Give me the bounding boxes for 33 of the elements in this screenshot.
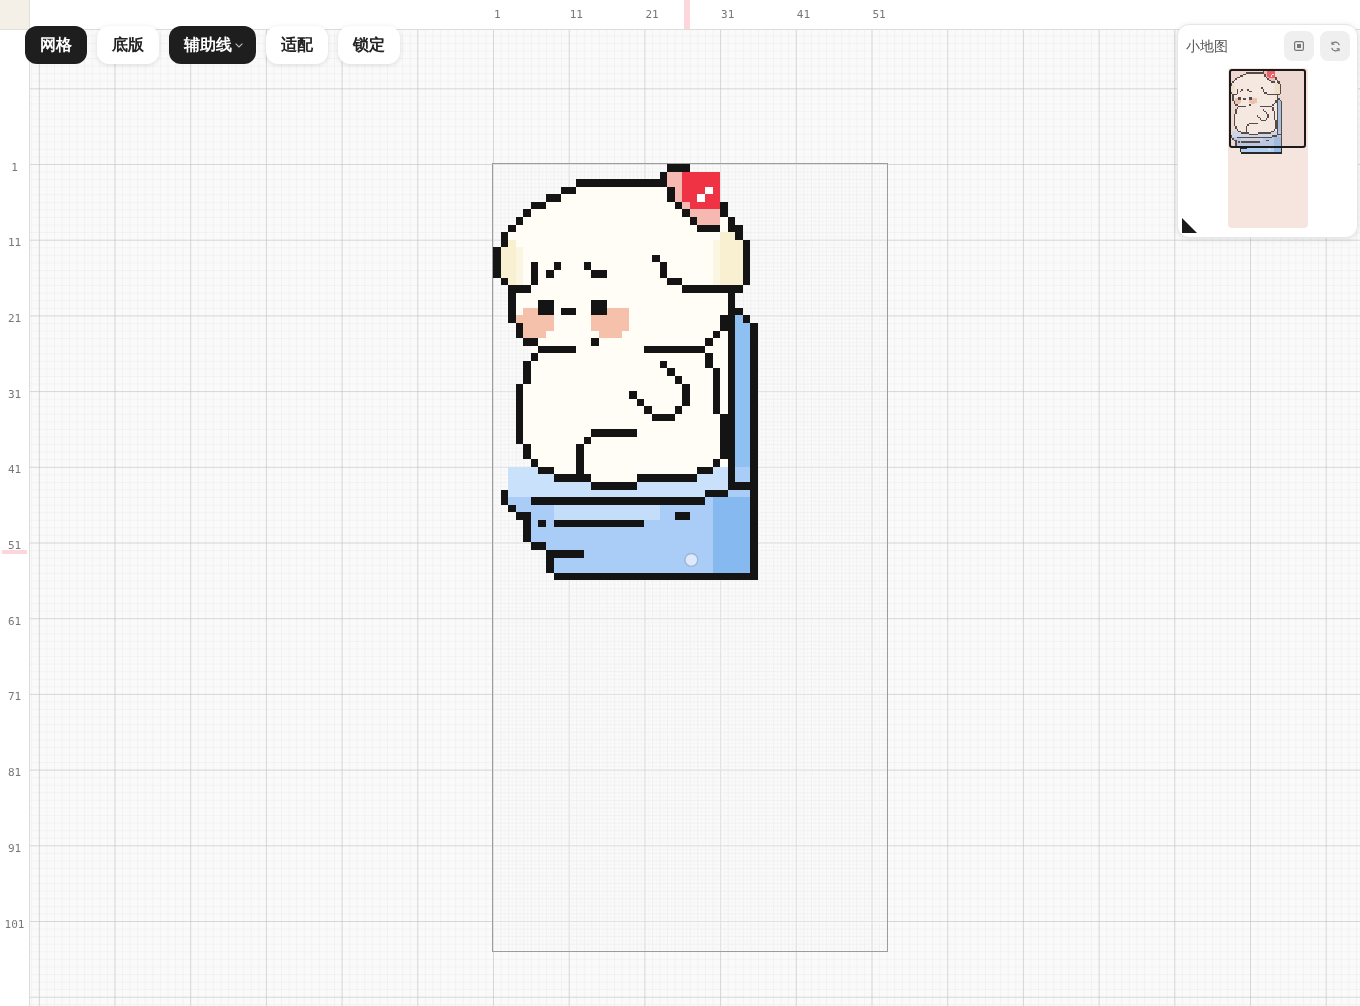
ruler-label: 1 bbox=[11, 160, 18, 174]
ruler-label: 51 bbox=[872, 8, 886, 21]
toggle-button[interactable]: 锁定 bbox=[338, 26, 400, 64]
chevron-down-icon bbox=[235, 42, 243, 48]
toggle-button[interactable]: 底版 bbox=[97, 26, 159, 64]
ruler-label: 31 bbox=[7, 387, 22, 401]
square-icon bbox=[1294, 41, 1304, 51]
ruler-label: 101 bbox=[4, 917, 25, 931]
ruler-label: 1 bbox=[494, 8, 501, 21]
refresh-button[interactable] bbox=[1320, 31, 1350, 61]
refresh-icon bbox=[1329, 40, 1341, 52]
ruler-label: 21 bbox=[645, 8, 659, 21]
ruler-label: 31 bbox=[721, 8, 735, 21]
ruler-label: 11 bbox=[569, 8, 583, 21]
ruler-label: 41 bbox=[796, 8, 811, 21]
minimap-thumbnail[interactable] bbox=[1227, 68, 1308, 228]
ruler-label: 41 bbox=[7, 463, 22, 477]
toggle-button[interactable]: 网格 bbox=[25, 26, 87, 64]
dropdown-button[interactable]: 辅助线 bbox=[169, 26, 256, 64]
minimap-title: 小地图 bbox=[1186, 37, 1228, 56]
ruler-label: 11 bbox=[7, 236, 22, 250]
fit-button[interactable]: 适配 bbox=[266, 26, 328, 64]
ruler-label: 81 bbox=[7, 766, 22, 780]
ruler-label: 71 bbox=[7, 690, 22, 704]
fit-view-button[interactable] bbox=[1284, 31, 1314, 61]
viewport-frame[interactable] bbox=[1228, 69, 1306, 148]
resize-handle-icon[interactable] bbox=[1182, 218, 1197, 233]
ruler-label: 91 bbox=[7, 841, 22, 855]
cursor-marker bbox=[684, 0, 690, 29]
ruler-label: 21 bbox=[7, 311, 22, 325]
ruler-label: 61 bbox=[7, 614, 22, 628]
ruler-label: 51 bbox=[7, 539, 22, 552]
cursor-marker bbox=[2, 550, 27, 554]
